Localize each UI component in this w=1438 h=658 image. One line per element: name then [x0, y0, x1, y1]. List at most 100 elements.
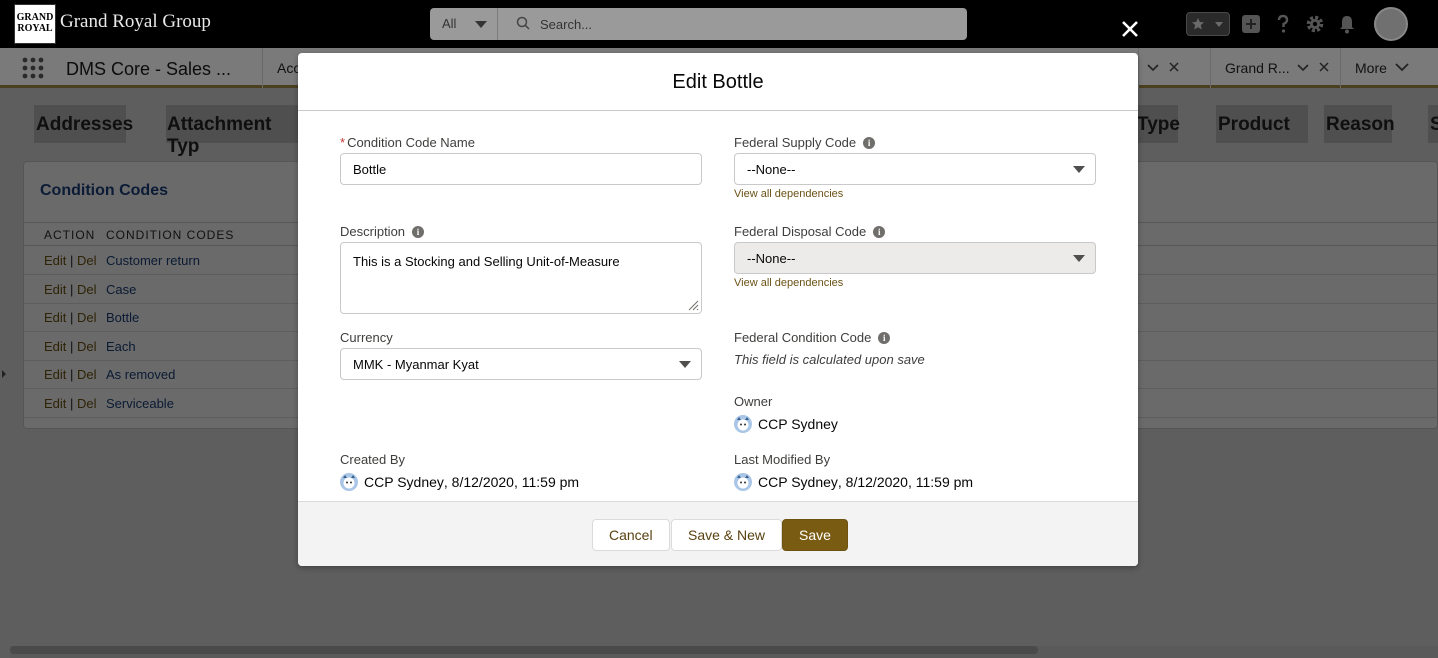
related-tab-more[interactable]: S	[1428, 105, 1438, 143]
description-textarea[interactable]: This is a Stocking and Selling Unit-of-M…	[340, 242, 702, 314]
related-tab-type[interactable]: Type	[1136, 105, 1180, 143]
nav-tab-grand-royal[interactable]: Grand R...	[1210, 48, 1340, 88]
info-icon[interactable]: i	[412, 225, 425, 238]
modal-header: Edit Bottle	[298, 53, 1138, 111]
edit-link[interactable]: Edit	[44, 253, 66, 268]
nav-tab-partial[interactable]	[1138, 48, 1210, 88]
resize-handle-icon[interactable]	[687, 299, 699, 311]
company-logo[interactable]: GRAND ROYAL	[14, 4, 56, 44]
related-tab-reason[interactable]: Reason	[1324, 105, 1395, 143]
search-scope-dropdown[interactable]: All	[430, 8, 498, 40]
modal-title: Edit Bottle	[672, 71, 764, 93]
action-separator: |	[70, 367, 74, 382]
delete-link[interactable]: Del	[77, 339, 97, 354]
tab-chevron-down-icon[interactable]	[1147, 61, 1159, 75]
modal-footer: Cancel Save & New Save	[298, 501, 1138, 566]
federal-supply-code-select[interactable]: --None--	[734, 153, 1096, 185]
delete-link[interactable]: Del	[77, 396, 97, 411]
label-text: Federal Supply Code	[734, 135, 857, 150]
action-separator: |	[70, 310, 74, 325]
brand-name: Grand Royal Group	[60, 11, 211, 32]
last-modified-by-user-link[interactable]: CCP Sydney	[758, 474, 838, 490]
edit-link[interactable]: Edit	[44, 310, 66, 325]
edit-record-modal: Edit Bottle * Condition Code Name Descri…	[298, 53, 1138, 566]
more-label: More	[1355, 60, 1387, 76]
related-tab-label: S	[1430, 114, 1438, 135]
edit-link[interactable]: Edit	[44, 367, 66, 382]
select-value: MMK - Myanmar Kyat	[353, 357, 479, 372]
cancel-button[interactable]: Cancel	[592, 519, 670, 551]
save-and-new-button[interactable]: Save & New	[671, 519, 783, 551]
owner-user-link[interactable]: CCP Sydney	[758, 416, 838, 432]
label-text: Last Modified By	[734, 452, 831, 467]
condition-code-link[interactable]: As removed	[106, 367, 175, 382]
gear-icon[interactable]	[1304, 13, 1326, 35]
app-name: DMS Core - Sales ...	[66, 59, 232, 79]
delete-link[interactable]: Del	[77, 367, 97, 382]
app-launcher-icon[interactable]	[22, 57, 44, 79]
created-by-user-link[interactable]: CCP Sydney	[364, 474, 444, 490]
sidebar-toggle-icon[interactable]	[2, 370, 6, 378]
related-tab-label: Type	[1137, 114, 1180, 135]
edit-link[interactable]: Edit	[44, 339, 66, 354]
star-icon[interactable]	[1187, 13, 1208, 35]
nav-more-menu[interactable]: More	[1340, 48, 1438, 88]
condition-code-name-input[interactable]	[340, 153, 702, 185]
column-header-action: ACTION	[44, 228, 96, 242]
favorites-button-group[interactable]	[1186, 12, 1230, 36]
scrollbar-thumb[interactable]	[10, 646, 1038, 654]
condition-code-name-label: * Condition Code Name	[340, 135, 475, 150]
tab-close-icon[interactable]	[1319, 61, 1329, 75]
view-dependencies-link[interactable]: View all dependencies	[734, 277, 843, 289]
label-text: Currency	[340, 330, 393, 345]
user-avatar-icon	[340, 473, 358, 491]
delete-link[interactable]: Del	[77, 310, 97, 325]
search-icon	[516, 16, 530, 30]
row-actions: Edit | Del	[44, 310, 97, 325]
search-input[interactable]	[540, 14, 940, 34]
condition-code-link[interactable]: Case	[106, 282, 136, 297]
bell-icon[interactable]	[1336, 13, 1358, 35]
close-icon[interactable]	[1116, 15, 1144, 43]
owner-label: Owner	[734, 394, 772, 409]
related-tab-addresses[interactable]: Addresses	[34, 105, 133, 143]
action-separator: |	[70, 281, 74, 297]
info-icon[interactable]: i	[878, 331, 891, 344]
created-by-value: CCP Sydney , 8/12/2020, 11:59 pm	[340, 473, 579, 491]
nav-tab-acc[interactable]: Acc	[262, 48, 302, 88]
chevron-down-icon	[1073, 255, 1085, 262]
view-dependencies-link[interactable]: View all dependencies	[734, 188, 843, 200]
nav-tab-label: Grand R...	[1225, 60, 1290, 76]
select-value: --None--	[747, 162, 796, 177]
edit-link[interactable]: Edit	[44, 282, 66, 297]
user-avatar[interactable]	[1374, 7, 1408, 41]
info-icon[interactable]: i	[863, 136, 876, 149]
logo-line-2: ROYAL	[17, 23, 53, 34]
related-tab-attachment-types[interactable]: Attachment Typ	[166, 105, 302, 157]
delete-link[interactable]: Del	[77, 282, 97, 297]
help-icon[interactable]	[1272, 13, 1294, 35]
add-icon[interactable]	[1240, 13, 1262, 35]
select-value: --None--	[747, 251, 796, 266]
federal-disposal-code-label: Federal Disposal Code i	[734, 224, 886, 239]
tab-chevron-down-icon[interactable]	[1297, 61, 1309, 75]
condition-code-link[interactable]: Bottle	[106, 310, 139, 325]
currency-select[interactable]: MMK - Myanmar Kyat	[340, 348, 702, 380]
related-tab-product[interactable]: Product	[1216, 105, 1308, 143]
tab-close-icon[interactable]	[1169, 61, 1179, 75]
edit-link[interactable]: Edit	[44, 396, 66, 411]
card-title: Condition Codes	[40, 182, 168, 199]
favorites-chevron-down-icon[interactable]	[1208, 13, 1229, 35]
condition-code-link[interactable]: Serviceable	[106, 396, 174, 411]
condition-code-link[interactable]: Each	[106, 339, 136, 354]
chevron-down-icon	[679, 361, 691, 368]
info-icon[interactable]: i	[873, 225, 886, 238]
horizontal-scrollbar[interactable]	[10, 646, 1438, 658]
last-modified-by-label: Last Modified By	[734, 452, 830, 467]
row-actions: Edit | Del	[44, 339, 97, 354]
delete-link[interactable]: Del	[77, 253, 97, 268]
global-header: GRAND ROYAL Grand Royal Group All	[0, 0, 1438, 48]
condition-code-link[interactable]: Customer return	[106, 253, 200, 268]
federal-disposal-code-select[interactable]: --None--	[734, 242, 1096, 274]
save-button[interactable]: Save	[782, 519, 848, 551]
